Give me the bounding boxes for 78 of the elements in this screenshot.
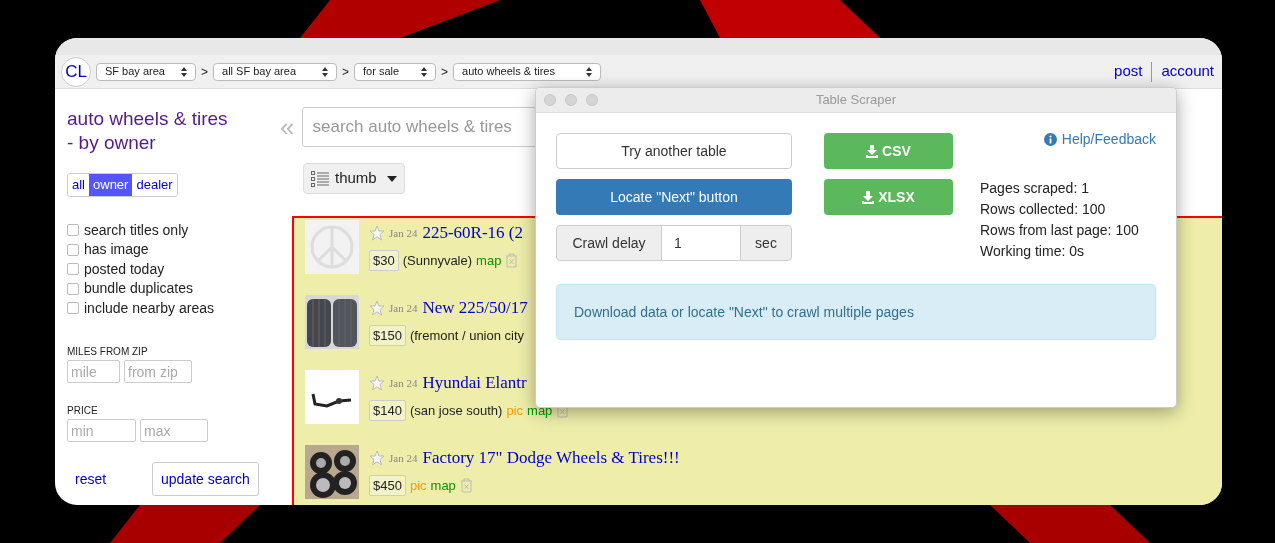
- star-icon[interactable]: [369, 374, 385, 391]
- star-icon[interactable]: [369, 224, 385, 241]
- input-field[interactable]: min: [67, 419, 136, 442]
- checkbox[interactable]: [67, 263, 79, 276]
- breadcrumb-separator: >: [201, 63, 208, 81]
- area-select[interactable]: for sale: [354, 62, 437, 81]
- listing-location: (Sunnyvale): [402, 251, 473, 270]
- field-label: PRICE: [67, 404, 99, 418]
- stat-text: Pages scraped: 1: [980, 179, 1090, 198]
- price-tag: $30: [369, 249, 399, 271]
- checkbox-label: bundle duplicates: [84, 279, 193, 299]
- caret-icon: [386, 175, 397, 182]
- pic-tag: pic: [409, 475, 427, 495]
- nav-link[interactable]: account: [1159, 60, 1216, 83]
- breadcrumb-separator: >: [441, 63, 449, 81]
- stepper-icon: [181, 66, 187, 77]
- checkbox[interactable]: [67, 224, 79, 237]
- stepper-icon: [322, 66, 328, 77]
- crawl-delay-input[interactable]: 1: [662, 225, 740, 261]
- checkbox[interactable]: [67, 243, 79, 256]
- area-select[interactable]: auto wheels & tires: [453, 62, 602, 81]
- price-tag: $150: [369, 324, 406, 346]
- checkbox-label: has image: [84, 240, 149, 260]
- stepper-icon: [421, 66, 428, 77]
- listing-date: Jan 24: [389, 225, 418, 241]
- info-icon: [1043, 133, 1057, 146]
- listing-title[interactable]: Hyundai Elantr: [422, 370, 527, 396]
- area-select[interactable]: all SF bay area: [213, 62, 337, 81]
- stat-text: Rows from last page: 100: [980, 221, 1140, 240]
- breadcrumb-separator: >: [342, 63, 350, 81]
- input-field[interactable]: max: [140, 419, 208, 442]
- listing-title[interactable]: New 225/50/17: [422, 295, 528, 321]
- nav-link[interactable]: post: [1112, 60, 1145, 83]
- listing-location: (san jose south): [409, 401, 503, 420]
- field-label: MILES FROM ZIP: [67, 345, 149, 359]
- pic-tag: pic: [506, 400, 524, 420]
- download-icon: [866, 144, 879, 158]
- download-icon: [862, 190, 875, 204]
- checkbox-label: search titles only: [84, 220, 189, 240]
- input-field[interactable]: from zip: [124, 360, 192, 383]
- hide-icon[interactable]: [459, 477, 473, 493]
- stat-text: Rows collected: 100: [980, 200, 1107, 219]
- try-another-table-button[interactable]: Try another table: [556, 133, 792, 169]
- listing-title[interactable]: Factory 17" Dodge Wheels & Tires!!!: [422, 445, 680, 471]
- crawl-delay-label: Crawl delay: [556, 225, 662, 261]
- input-field[interactable]: mile: [67, 360, 120, 383]
- stepper-icon: [586, 66, 593, 77]
- stat-text: Working time: 0s: [980, 242, 1085, 261]
- unit-label: sec: [740, 225, 792, 261]
- window-control[interactable]: [544, 94, 556, 106]
- window-title: Table Scraper: [815, 91, 897, 110]
- star-icon[interactable]: [369, 299, 385, 316]
- checkbox[interactable]: [67, 282, 79, 295]
- listing-date: Jan 24: [389, 375, 418, 391]
- update-search-button[interactable]: update search: [152, 462, 259, 496]
- logo-link[interactable]: CL: [61, 56, 91, 87]
- filter-tab[interactable]: owner: [89, 174, 133, 196]
- category-title: auto wheels & tires - by owner: [67, 107, 229, 155]
- help-link[interactable]: Help/Feedback: [1043, 129, 1156, 150]
- area-select[interactable]: SF bay area: [96, 62, 196, 81]
- list-icon: [311, 170, 329, 187]
- window-control[interactable]: [565, 94, 577, 106]
- price-tag: $450: [369, 474, 406, 496]
- listing-date: Jan 24: [389, 300, 418, 316]
- checkbox-label: include nearby areas: [84, 298, 214, 318]
- info-alert: Download data or locate "Next" to crawl multiple pages: [556, 284, 1156, 340]
- listing-location: (fremont / union city: [409, 326, 525, 345]
- checkbox[interactable]: [67, 302, 79, 315]
- price-tag: $140: [369, 399, 406, 421]
- listing-date: Jan 24: [389, 450, 418, 466]
- view-select[interactable]: thumb: [303, 163, 405, 194]
- star-icon[interactable]: [369, 449, 385, 466]
- hide-icon[interactable]: [505, 252, 519, 268]
- locate-next-button[interactable]: Locate "Next" button: [556, 179, 792, 215]
- window-control[interactable]: [586, 94, 598, 106]
- listing-title[interactable]: 225-60R-16 (2: [422, 220, 523, 246]
- reset-link[interactable]: reset: [75, 468, 152, 490]
- checkbox-label: posted today: [84, 259, 165, 279]
